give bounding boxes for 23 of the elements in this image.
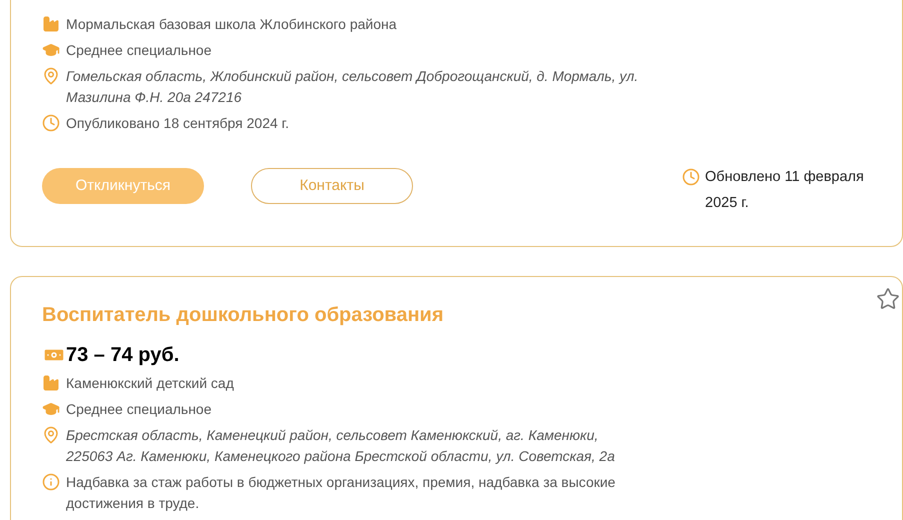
address: Брестская область, Каменецкий район, сельсовет Каменюкский, аг. Каменюки, 225063 Аг. Каменюки, Каменецкого района Брестской области, ул. Советская, 2а <box>66 426 616 466</box>
clock-icon <box>42 114 60 132</box>
address: Гомельская область, Жлобинский район, сельсовет Доброгощанский, д. Мормаль, ул. Мазилина Ф.Н. 20а 247216 <box>66 67 640 107</box>
employer-name: Мормальская базовая школа Жлобинского района <box>66 15 397 34</box>
map-pin-icon <box>42 67 60 85</box>
factory-icon <box>42 15 60 33</box>
map-pin-icon <box>42 426 60 444</box>
vacancy-title[interactable]: Воспитатель дошкольного образования <box>42 301 872 329</box>
benefits-text: Надбавка за стаж работы в бюджетных организациях, премия, надбавка за высокие достижения в труде. <box>66 473 616 513</box>
graduation-cap-icon <box>42 400 60 418</box>
education-level: Среднее специальное <box>66 400 212 419</box>
contacts-button[interactable]: Контакты <box>251 168 413 204</box>
favorite-button[interactable] <box>876 287 900 311</box>
graduation-cap-icon <box>42 41 60 59</box>
info-icon <box>42 473 60 491</box>
published-date: Опубликовано 18 сентября 2024 г. <box>66 114 289 133</box>
salary: 73 – 74 руб. <box>66 343 180 368</box>
updated-date: Обновлено 11 февраля 2025 г. <box>705 168 865 213</box>
clock-icon <box>682 168 700 186</box>
education-level: Среднее специальное <box>66 41 212 60</box>
factory-icon <box>42 374 60 392</box>
respond-button[interactable]: Откликнуться <box>42 168 204 204</box>
employer-name: Каменюкский детский сад <box>66 374 234 393</box>
